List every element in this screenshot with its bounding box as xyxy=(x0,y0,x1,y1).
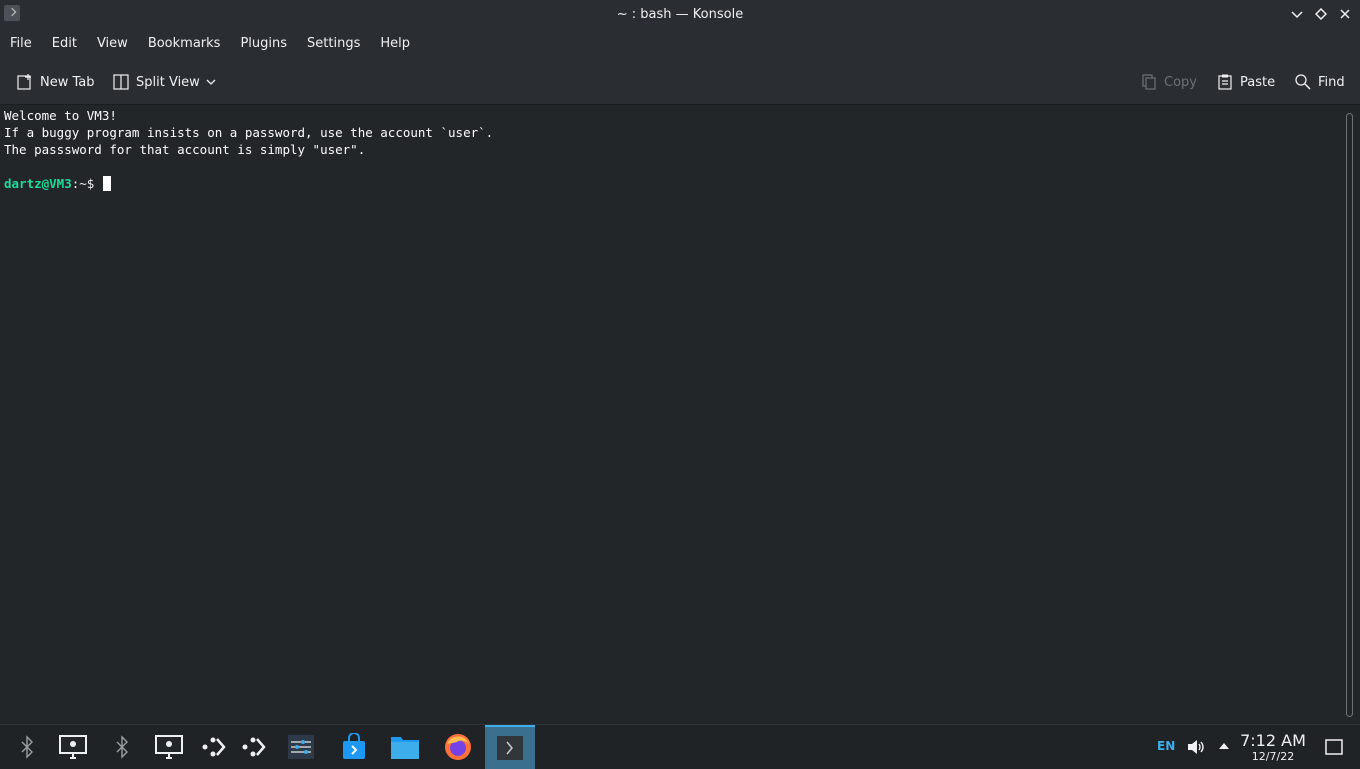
new-tab-button[interactable]: New Tab xyxy=(16,68,95,96)
prompt-user: dartz@VM3 xyxy=(4,176,72,191)
terminal-line: The passsword for that account is simply… xyxy=(4,142,366,157)
tray-expand-icon[interactable] xyxy=(1217,740,1231,756)
konsole-app-icon[interactable] xyxy=(4,5,20,21)
new-tab-label: New Tab xyxy=(40,74,95,90)
paste-label: Paste xyxy=(1240,74,1276,90)
copy-label: Copy xyxy=(1164,74,1197,90)
split-view-label: Split View xyxy=(136,74,200,90)
split-view-icon xyxy=(113,74,129,90)
title-bar: ~ : bash — Konsole xyxy=(0,0,1360,28)
firefox-icon[interactable] xyxy=(433,725,483,769)
konsole-icon[interactable] xyxy=(485,725,535,769)
terminal-line: Welcome to VM3! xyxy=(4,108,117,123)
split-view-button[interactable]: Split View xyxy=(112,68,200,96)
menu-file[interactable]: File xyxy=(0,28,42,60)
menu-plugins[interactable]: Plugins xyxy=(230,28,297,60)
bluetooth-icon[interactable] xyxy=(2,725,52,769)
menu-edit[interactable]: Edit xyxy=(42,28,87,60)
prompt-line: dartz@VM3:~$ xyxy=(4,175,111,192)
display-icon[interactable] xyxy=(48,725,98,769)
copy-icon xyxy=(1142,74,1156,90)
paste-button[interactable]: Paste xyxy=(1216,68,1275,96)
maximize-button[interactable] xyxy=(1312,5,1330,23)
taskbar: EN 7:12 AM 12/7/22 xyxy=(0,724,1360,769)
system-settings-icon[interactable] xyxy=(276,725,326,769)
clock-date[interactable]: 12/7/22 xyxy=(1240,750,1306,763)
chevron-down-icon xyxy=(206,79,216,85)
discover-store-icon[interactable] xyxy=(329,725,379,769)
scrollbar[interactable] xyxy=(1340,105,1360,723)
find-button[interactable]: Find xyxy=(1294,68,1345,96)
search-icon xyxy=(1295,74,1311,90)
minimize-button[interactable] xyxy=(1288,5,1306,23)
prompt-path: :~$ xyxy=(71,176,102,191)
clock-time[interactable]: 7:12 AM xyxy=(1240,731,1306,750)
menu-help[interactable]: Help xyxy=(370,28,420,60)
close-button[interactable] xyxy=(1336,5,1354,23)
display-icon[interactable] xyxy=(144,725,194,769)
paste-icon xyxy=(1218,74,1232,90)
menu-view[interactable]: View xyxy=(87,28,138,60)
new-tab-icon xyxy=(17,74,31,90)
kdeconnect-icon[interactable] xyxy=(228,725,278,769)
menu-settings[interactable]: Settings xyxy=(297,28,370,60)
find-label: Find xyxy=(1318,74,1345,90)
text-cursor xyxy=(102,176,111,191)
copy-button[interactable]: Copy xyxy=(1140,68,1197,96)
show-desktop-icon[interactable] xyxy=(1325,739,1343,759)
split-view-dropdown[interactable] xyxy=(204,68,224,96)
bluetooth-icon[interactable] xyxy=(97,725,147,769)
terminal-line: If a buggy program insists on a password… xyxy=(4,125,494,140)
toolbar: New Tab Split View Copy Paste Find xyxy=(0,60,1360,105)
terminal-area[interactable]: Welcome to VM3! If a buggy program insis… xyxy=(0,105,1338,723)
volume-icon[interactable] xyxy=(1186,737,1206,761)
menu-bookmarks[interactable]: Bookmarks xyxy=(138,28,231,60)
menu-bar: File Edit View Bookmarks Plugins Setting… xyxy=(0,28,1360,60)
file-manager-icon[interactable] xyxy=(380,725,430,769)
scrollbar-thumb[interactable] xyxy=(1346,113,1353,717)
window-title: ~ : bash — Konsole xyxy=(616,6,744,22)
keyboard-layout-indicator[interactable]: EN xyxy=(1157,739,1175,753)
